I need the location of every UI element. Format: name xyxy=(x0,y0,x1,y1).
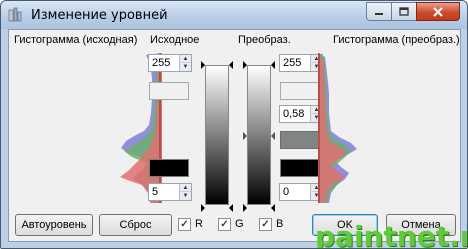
input-low-value: 5 xyxy=(152,186,159,198)
histogram-output-label: Гистограмма (преобраз.) xyxy=(333,34,460,46)
auto-level-button[interactable]: Автоуровень xyxy=(15,214,93,236)
checkmark-icon: ✓ xyxy=(220,218,229,230)
channel-b-checkbox[interactable]: ✓ xyxy=(259,218,272,231)
output-gamma-color[interactable] xyxy=(280,131,320,149)
checkmark-icon: ✓ xyxy=(180,218,189,230)
maximize-button[interactable] xyxy=(391,2,417,21)
spinner-arrows: ▲ ▼ xyxy=(179,55,191,71)
output-high-color[interactable] xyxy=(280,82,320,100)
output-gamma-value: 0,58 xyxy=(283,108,305,120)
spinner-arrows: ▲ ▼ xyxy=(179,184,191,200)
output-label: Преобраз. xyxy=(238,34,291,46)
output-high-value: 255 xyxy=(283,57,302,69)
close-icon xyxy=(433,6,443,17)
output-low-color[interactable] xyxy=(280,159,320,177)
output-low-left-marker[interactable] xyxy=(243,204,247,212)
close-button[interactable] xyxy=(416,2,460,21)
input-low-color[interactable] xyxy=(149,159,189,177)
output-high-right-marker[interactable] xyxy=(271,61,275,69)
reset-button[interactable]: Сброс xyxy=(99,214,172,236)
spin-up-icon[interactable]: ▲ xyxy=(179,55,191,63)
input-histogram xyxy=(120,53,162,203)
input-high-right-marker[interactable] xyxy=(229,61,233,69)
maximize-icon xyxy=(399,7,409,16)
input-high-left-marker[interactable] xyxy=(201,61,205,69)
output-high-left-marker[interactable] xyxy=(243,61,247,69)
output-low-right-marker[interactable] xyxy=(271,204,275,212)
spin-down-icon[interactable]: ▼ xyxy=(179,63,191,71)
output-markers xyxy=(243,61,275,212)
spin-down-icon[interactable]: ▼ xyxy=(179,192,191,200)
checkmark-icon: ✓ xyxy=(261,218,270,230)
channel-r-checkbox[interactable]: ✓ xyxy=(178,218,191,231)
app-icon xyxy=(8,7,22,22)
minimize-button[interactable] xyxy=(366,2,392,21)
input-low-spinner[interactable]: 5 ▲ ▼ xyxy=(148,183,192,201)
input-low-right-marker[interactable] xyxy=(229,204,233,212)
window-title: Изменение уровней xyxy=(31,8,168,23)
input-high-color[interactable] xyxy=(149,82,189,100)
levels-dialog: Изменение уровней Гистограмма (исходная)… xyxy=(0,0,468,249)
input-high-spinner[interactable]: 255 ▲ ▼ xyxy=(148,54,192,72)
title-bar: Изменение уровней xyxy=(1,1,467,29)
channel-r-label: R xyxy=(195,218,203,230)
watermark: paintnet.ru xyxy=(315,220,467,249)
channel-g-checkbox[interactable]: ✓ xyxy=(218,218,231,231)
minimize-icon xyxy=(375,12,383,15)
output-histogram xyxy=(318,53,357,203)
input-low-left-marker[interactable] xyxy=(201,204,205,212)
output-gamma-right-marker[interactable] xyxy=(271,132,275,140)
input-high-value: 255 xyxy=(152,57,171,69)
output-gamma-left-marker[interactable] xyxy=(243,132,247,140)
channel-b-label: B xyxy=(276,218,284,230)
spin-up-icon[interactable]: ▲ xyxy=(179,184,191,192)
histogram-input-label: Гистограмма (исходная) xyxy=(14,34,138,46)
input-markers xyxy=(201,61,233,212)
dialog-body: Гистограмма (исходная) Исходное Преобраз… xyxy=(8,29,461,242)
channel-g-label: G xyxy=(235,218,244,230)
input-label: Исходное xyxy=(150,34,200,46)
output-low-value: 0 xyxy=(283,186,290,198)
